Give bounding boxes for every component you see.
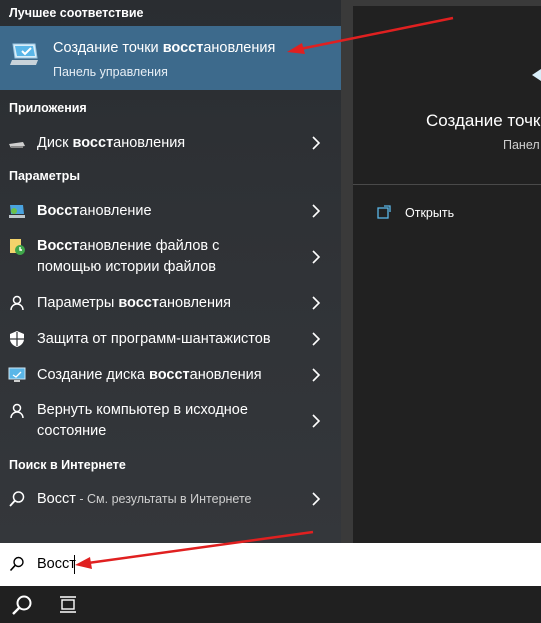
chevron-right-icon[interactable]	[311, 332, 321, 346]
recovery-settings-icon	[8, 294, 26, 312]
preview-subtitle: Панел	[503, 138, 540, 152]
reset-icon	[8, 402, 26, 420]
list-item-label: Параметры восстановления	[37, 295, 231, 311]
monitor-icon	[8, 366, 26, 384]
preview-title: Создание точк	[426, 111, 541, 130]
open-action[interactable]: Открыть	[405, 206, 454, 220]
search-input[interactable]: Восст	[37, 556, 76, 572]
section-header-apps: Приложения	[9, 101, 87, 115]
open-icon	[377, 205, 391, 219]
section-header-settings: Параметры	[9, 169, 80, 183]
search-icon	[8, 490, 26, 508]
divider	[353, 184, 541, 185]
list-item-recovery-drive[interactable]: Диск восстановления	[0, 131, 341, 155]
file-history-icon	[8, 238, 26, 256]
shield-icon	[8, 330, 26, 348]
list-item-label: Восст - См. результаты в Интернете	[37, 491, 252, 507]
section-header-web: Поиск в Интернете	[9, 458, 126, 472]
list-item-label: Диск восстановления	[37, 135, 186, 151]
chevron-right-icon[interactable]	[311, 296, 321, 310]
list-item-label: Восстановление файлов с	[37, 238, 220, 254]
taskbar	[0, 586, 541, 623]
text-caret	[74, 555, 75, 574]
preview-pane	[353, 6, 541, 543]
recovery-icon	[8, 202, 26, 220]
list-item-label: Создание диска восстановления	[37, 367, 262, 383]
chevron-right-icon[interactable]	[311, 368, 321, 382]
best-match-title: Создание точки восстановления	[53, 40, 276, 56]
app-icon-partial	[530, 68, 541, 81]
search-icon[interactable]	[11, 594, 33, 616]
drive-icon	[8, 135, 26, 153]
list-item-label-line2: состояние	[37, 423, 107, 439]
list-item-recovery[interactable]: Восстановление	[0, 199, 341, 223]
chevron-right-icon[interactable]	[311, 414, 321, 428]
list-item-recovery-settings[interactable]: Параметры восстановления	[0, 291, 341, 315]
list-item-reset-pc[interactable]: Вернуть компьютер в исходное состояние	[0, 399, 341, 443]
list-item-label: Восстановление	[37, 203, 152, 219]
list-item-file-history[interactable]: Восстановление файлов с помощью истории …	[0, 235, 341, 279]
best-match-item[interactable]: Создание точки восстановления Панель упр…	[0, 26, 341, 90]
section-header-best-match: Лучшее соответствие	[9, 6, 144, 20]
search-box[interactable]: Восст	[0, 543, 541, 586]
chevron-right-icon[interactable]	[311, 136, 321, 150]
list-item-ransomware-protection[interactable]: Защита от программ-шантажистов	[0, 327, 341, 351]
list-item-label: Вернуть компьютер в исходное	[37, 402, 248, 418]
restore-point-icon	[10, 40, 40, 68]
chevron-right-icon[interactable]	[311, 204, 321, 218]
list-item-web-search[interactable]: Восст - См. результаты в Интернете	[0, 487, 341, 511]
search-icon	[9, 556, 25, 572]
task-view-icon[interactable]	[57, 594, 79, 616]
list-item-label: Защита от программ-шантажистов	[37, 331, 271, 347]
best-match-subtitle: Панель управления	[53, 65, 168, 79]
chevron-right-icon[interactable]	[311, 492, 321, 506]
list-item-label-line2: помощью истории файлов	[37, 259, 217, 275]
list-item-create-recovery-drive[interactable]: Создание диска восстановления	[0, 363, 341, 387]
chevron-right-icon[interactable]	[311, 250, 321, 264]
